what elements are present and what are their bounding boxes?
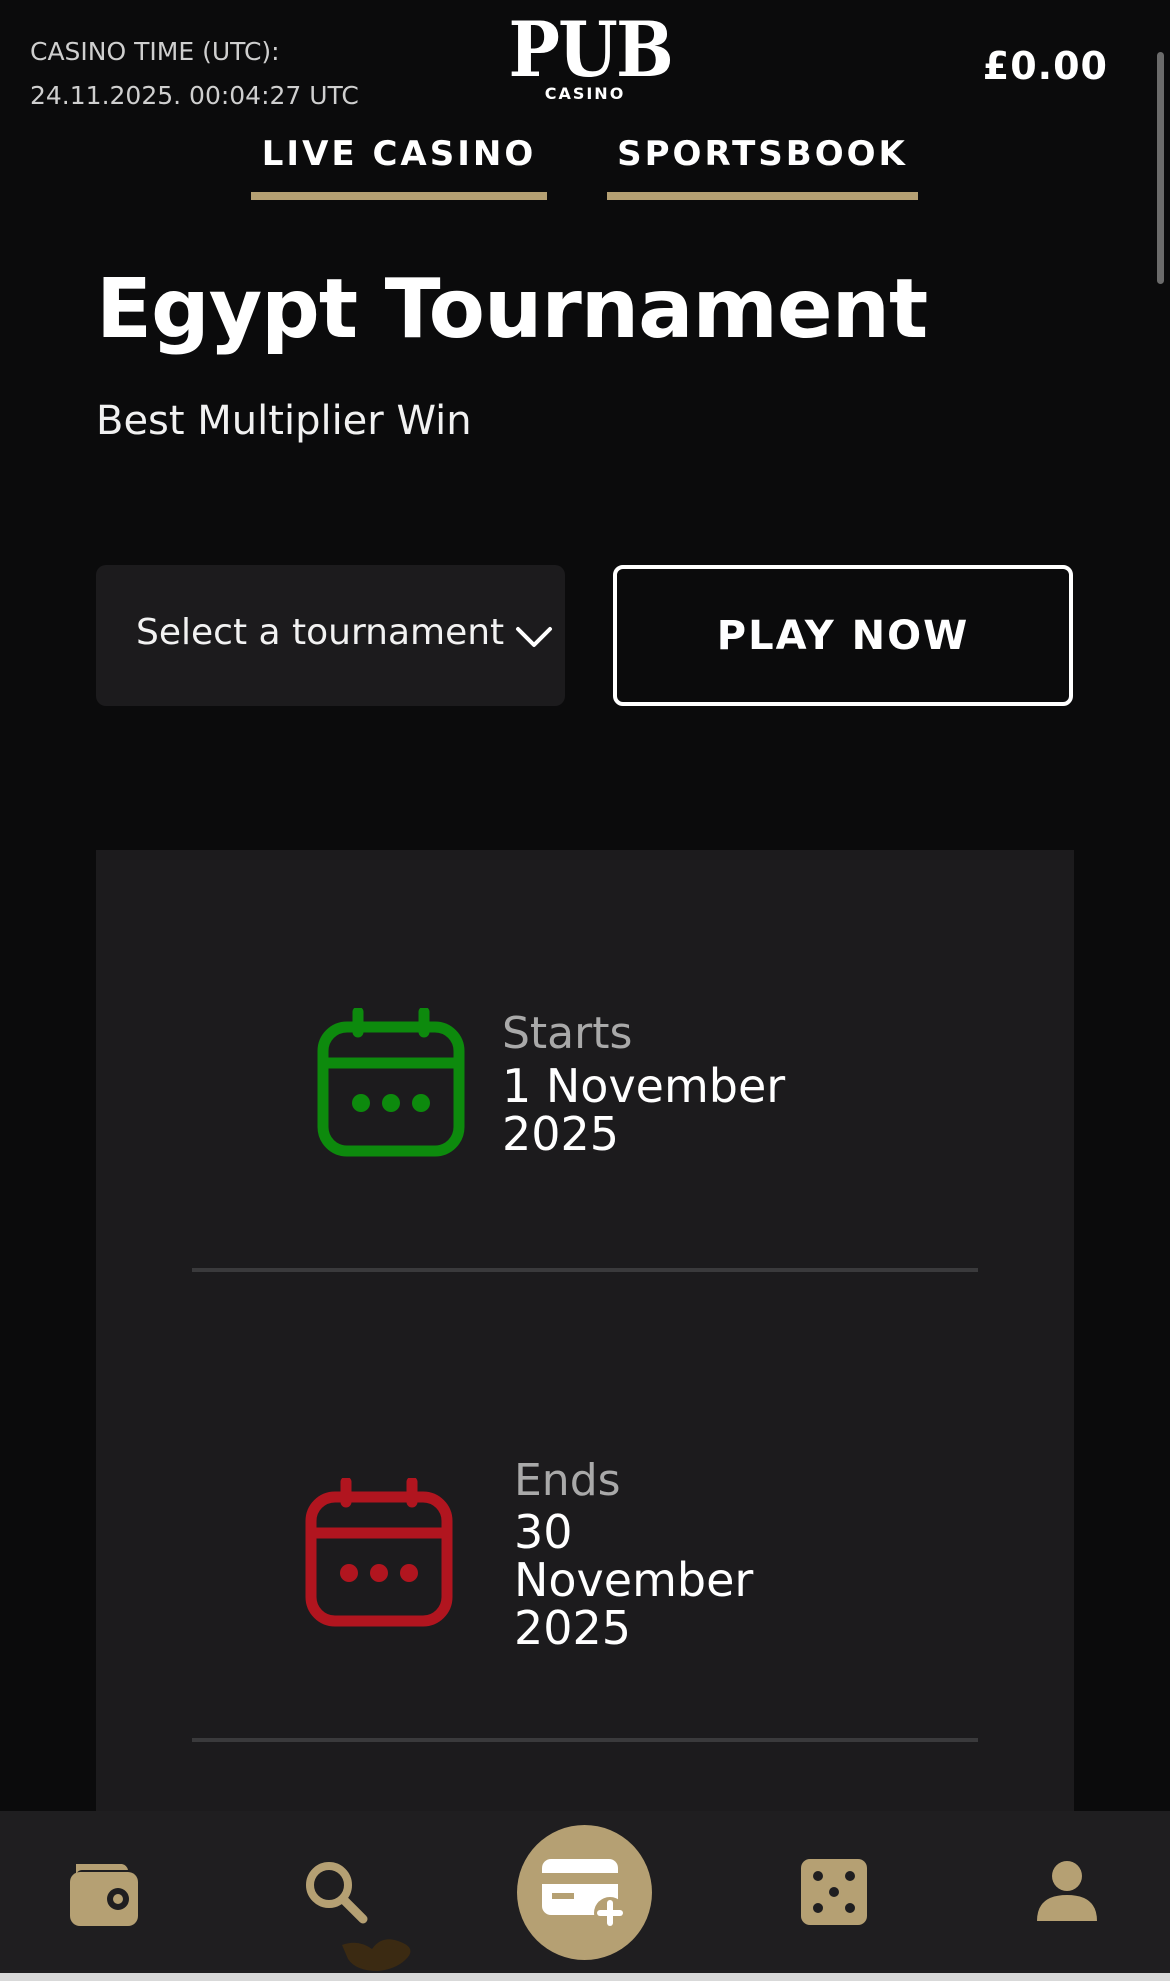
home-indicator xyxy=(0,1973,1170,1981)
bottom-nav-games[interactable] xyxy=(794,1852,874,1932)
calendar-icon xyxy=(317,1008,465,1157)
bottom-nav-profile[interactable] xyxy=(1027,1852,1107,1932)
casino-time-label: CASINO TIME (UTC): xyxy=(30,37,280,66)
logo-wordmark: PUB xyxy=(508,5,674,94)
user-icon xyxy=(1037,1861,1097,1921)
divider xyxy=(192,1738,978,1742)
header: CASINO TIME (UTC): 24.11.2025. 00:04:27 … xyxy=(0,0,1170,140)
balance[interactable]: £0.00 xyxy=(983,44,1108,88)
casino-time-value: 24.11.2025. 00:04:27 UTC xyxy=(30,81,359,110)
end-label: Ends xyxy=(514,1455,621,1506)
chevron-down-icon xyxy=(516,627,552,647)
bottom-nav-search[interactable] xyxy=(296,1852,376,1932)
casino-time: CASINO TIME (UTC): 24.11.2025. 00:04:27 … xyxy=(30,30,359,118)
tab-live-casino[interactable]: LIVE CASINO xyxy=(251,134,547,200)
end-date: 30 November 2025 xyxy=(514,1505,754,1655)
bottom-nav-deposit[interactable] xyxy=(517,1825,652,1960)
pub-casino-logo[interactable]: PUB CASINO xyxy=(500,5,674,104)
tab-sportsbook[interactable]: SPORTSBOOK xyxy=(607,134,918,200)
start-label: Starts xyxy=(502,1008,633,1059)
dice-icon xyxy=(801,1859,867,1925)
tournament-select[interactable]: Select a tournament xyxy=(96,565,565,706)
divider xyxy=(192,1268,978,1272)
page-subtitle: Best Multiplier Win xyxy=(96,398,472,444)
calendar-icon xyxy=(305,1478,453,1627)
bottom-nav-wallet[interactable] xyxy=(64,1852,144,1932)
card-add-icon xyxy=(541,1858,626,1929)
page-title: Egypt Tournament xyxy=(96,262,928,357)
search-icon xyxy=(306,1862,368,1924)
decorative-blob xyxy=(342,1939,411,1971)
start-date: 1 November 2025 xyxy=(502,1059,786,1161)
wallet-icon xyxy=(70,1864,138,1926)
play-now-button[interactable]: PLAY NOW xyxy=(613,565,1073,706)
nav-tabs: LIVE CASINO SPORTSBOOK xyxy=(0,134,1170,204)
tournament-select-label: Select a tournament xyxy=(136,612,505,653)
